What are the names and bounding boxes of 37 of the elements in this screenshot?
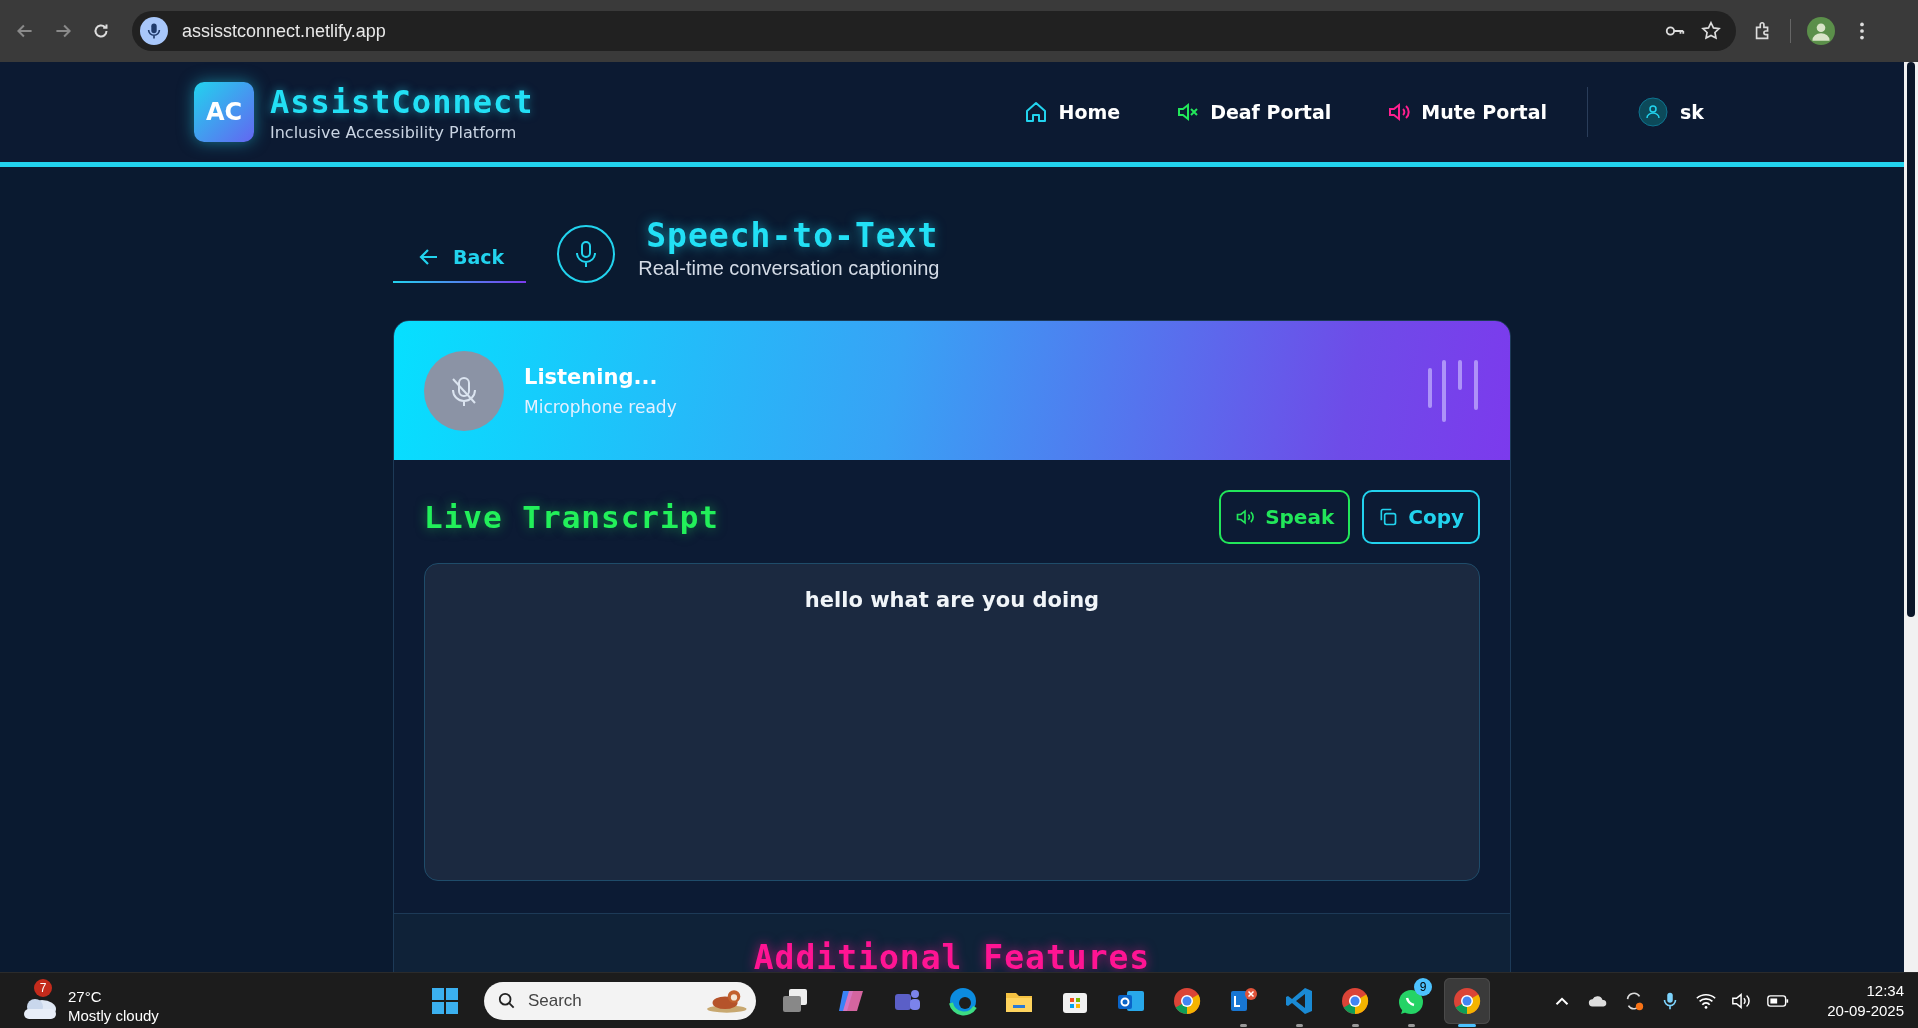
back-button[interactable]: Back xyxy=(393,235,527,283)
search-bar[interactable]: Search xyxy=(484,981,756,1020)
address-bar[interactable]: assisstconnect.netlify.app xyxy=(132,11,1736,51)
taskbar-app[interactable]: 9 xyxy=(1388,977,1434,1024)
profile-avatar-icon[interactable] xyxy=(1807,17,1835,45)
notification-badge: 9 xyxy=(1414,977,1432,996)
speak-button[interactable]: Speak xyxy=(1219,490,1351,544)
taskbar-app[interactable] xyxy=(1444,977,1490,1024)
notification-badge: 7 xyxy=(34,978,52,997)
nav-link[interactable]: Mute Portal xyxy=(1387,100,1548,124)
page-title: Speech-to-Text xyxy=(645,216,940,255)
section-title: Live Transcript xyxy=(424,499,719,535)
status-title: Listening... xyxy=(524,364,659,389)
clock[interactable]: 12:34 20-09-2025 xyxy=(1827,980,1904,1021)
microphone-icon[interactable] xyxy=(140,17,168,45)
user-icon xyxy=(1638,97,1669,127)
search-input[interactable]: Search xyxy=(525,989,690,1012)
microphone-icon xyxy=(556,224,617,284)
brand-name[interactable]: AssistConnect xyxy=(270,82,534,121)
weather-widget[interactable]: 7 27°C Mostly cloudy xyxy=(20,972,320,1028)
nav-link[interactable]: Deaf Portal xyxy=(1176,100,1332,124)
status-subtitle: Microphone ready xyxy=(524,396,677,417)
copy-button[interactable]: Copy xyxy=(1362,490,1480,544)
transcript-text: hello what are you doing xyxy=(803,588,1101,612)
copy-icon xyxy=(1378,507,1399,527)
page-subtitle: Real-time conversation captioning xyxy=(638,257,940,280)
star-icon[interactable] xyxy=(1700,20,1722,42)
speaker-icon xyxy=(1235,507,1256,527)
user-menu[interactable]: sk xyxy=(1638,97,1704,127)
nav-link[interactable]: Home xyxy=(1024,100,1121,124)
windows-start-icon[interactable] xyxy=(430,985,460,1016)
brand-tagline: Inclusive Accessibility Platform xyxy=(270,122,518,142)
audio-level-icon xyxy=(1428,359,1480,422)
scrollbar-thumb[interactable] xyxy=(1907,62,1915,617)
url-text: assisstconnect.netlify.app xyxy=(182,20,386,42)
search-icon xyxy=(498,990,516,1011)
section-title: Additional Features xyxy=(752,938,1152,972)
